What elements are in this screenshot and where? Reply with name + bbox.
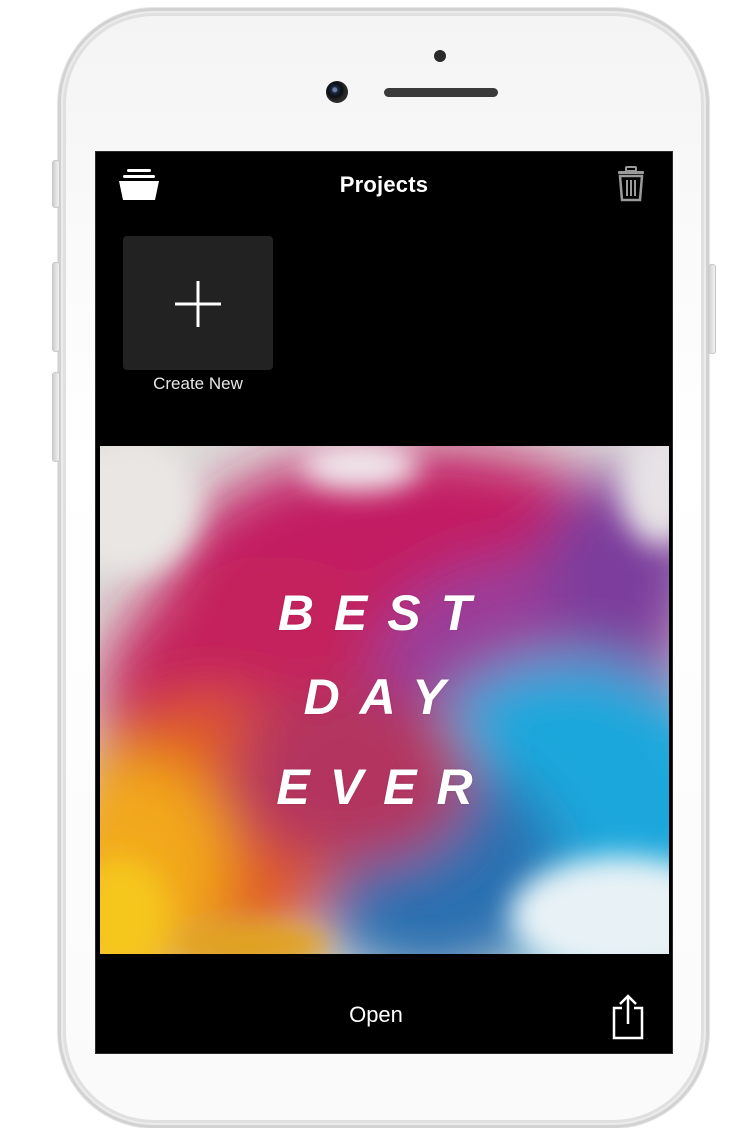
volume-down-button	[52, 372, 60, 462]
project-title-line-1: BEST	[277, 585, 492, 641]
page-title: Projects	[339, 172, 429, 197]
plus-icon	[175, 281, 221, 327]
share-icon[interactable]	[610, 994, 646, 1040]
proximity-sensor	[434, 50, 446, 62]
create-new-label: Create New	[153, 374, 243, 393]
front-camera	[326, 81, 348, 103]
bottom-toolbar: Open	[96, 954, 672, 1053]
navigation-bar: Projects	[96, 152, 672, 218]
trash-icon[interactable]	[616, 166, 646, 202]
app-screen: Projects Create New BEST DAY EVER Open	[95, 151, 673, 1054]
project-title-line-2: DAY	[303, 669, 466, 725]
mute-switch	[52, 160, 60, 208]
create-new-button[interactable]	[123, 236, 273, 370]
open-button[interactable]: Open	[326, 1002, 426, 1028]
power-button	[708, 264, 716, 354]
project-thumbnail[interactable]: BEST DAY EVER	[100, 446, 669, 954]
volume-up-button	[52, 262, 60, 352]
earpiece-speaker	[384, 88, 498, 97]
project-title-line-3: EVER	[276, 759, 493, 815]
